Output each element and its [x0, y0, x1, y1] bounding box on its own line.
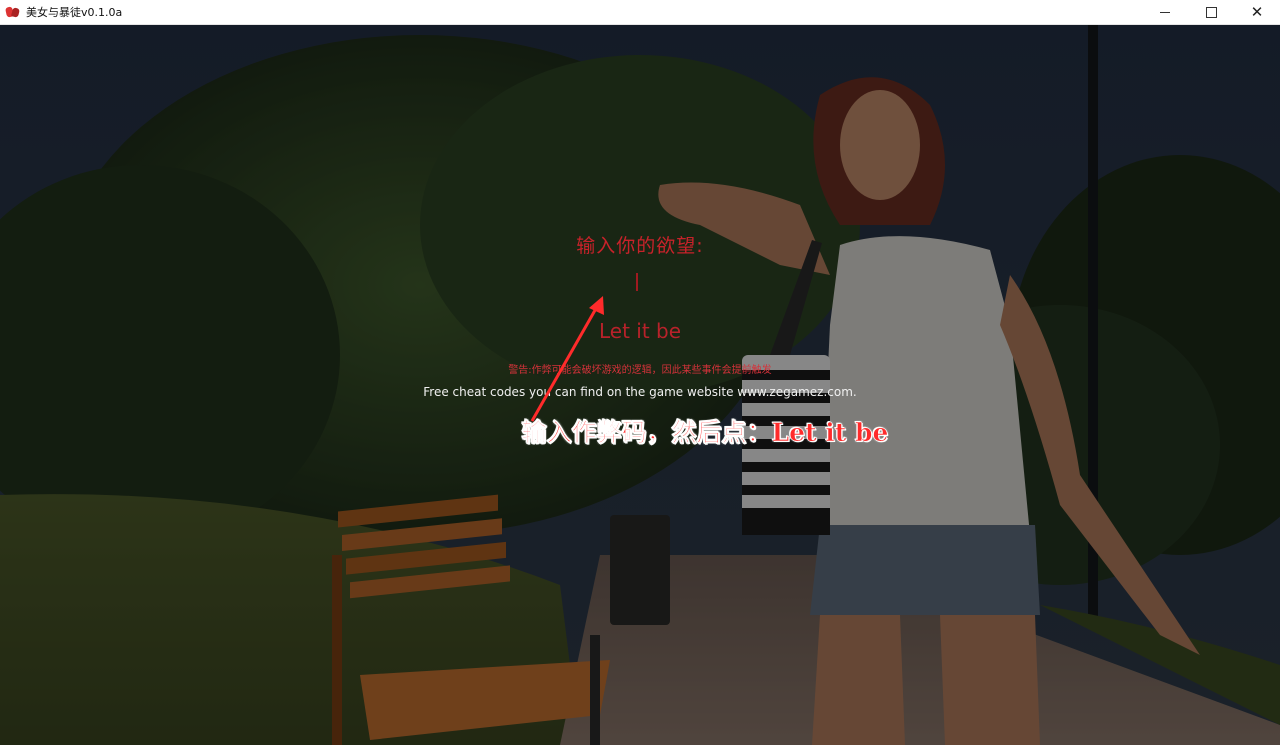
- minimize-icon: [1160, 12, 1170, 13]
- cheat-code-input[interactable]: [636, 273, 638, 291]
- window-controls: ✕: [1142, 0, 1280, 25]
- close-icon: ✕: [1250, 3, 1264, 21]
- cheat-prompt-title: 输入你的欲望:: [576, 235, 704, 257]
- game-window: 美女与暴徒v0.1.0a ✕ 输入你的欲望: Let it be 警告:作弊可能…: [0, 0, 1280, 745]
- maximize-button[interactable]: [1188, 0, 1234, 25]
- game-viewport: 输入你的欲望: Let it be 警告:作弊可能会破坏游戏的逻辑，因此某些事件…: [0, 25, 1280, 745]
- let-it-be-button[interactable]: Let it be: [560, 319, 720, 343]
- tutorial-annotation: 输入作弊码，然后点：Let it be: [521, 418, 889, 448]
- title-bar: 美女与暴徒v0.1.0a ✕: [0, 0, 1280, 25]
- minimize-button[interactable]: [1142, 0, 1188, 25]
- window-title: 美女与暴徒v0.1.0a: [26, 6, 123, 19]
- cheat-warning-text: 警告:作弊可能会破坏游戏的逻辑，因此某些事件会提前触发: [508, 365, 772, 376]
- cheat-info-text: Free cheat codes you can find on the gam…: [423, 385, 857, 399]
- maximize-icon: [1205, 7, 1217, 18]
- app-icon: [5, 5, 20, 19]
- close-button[interactable]: ✕: [1234, 0, 1280, 25]
